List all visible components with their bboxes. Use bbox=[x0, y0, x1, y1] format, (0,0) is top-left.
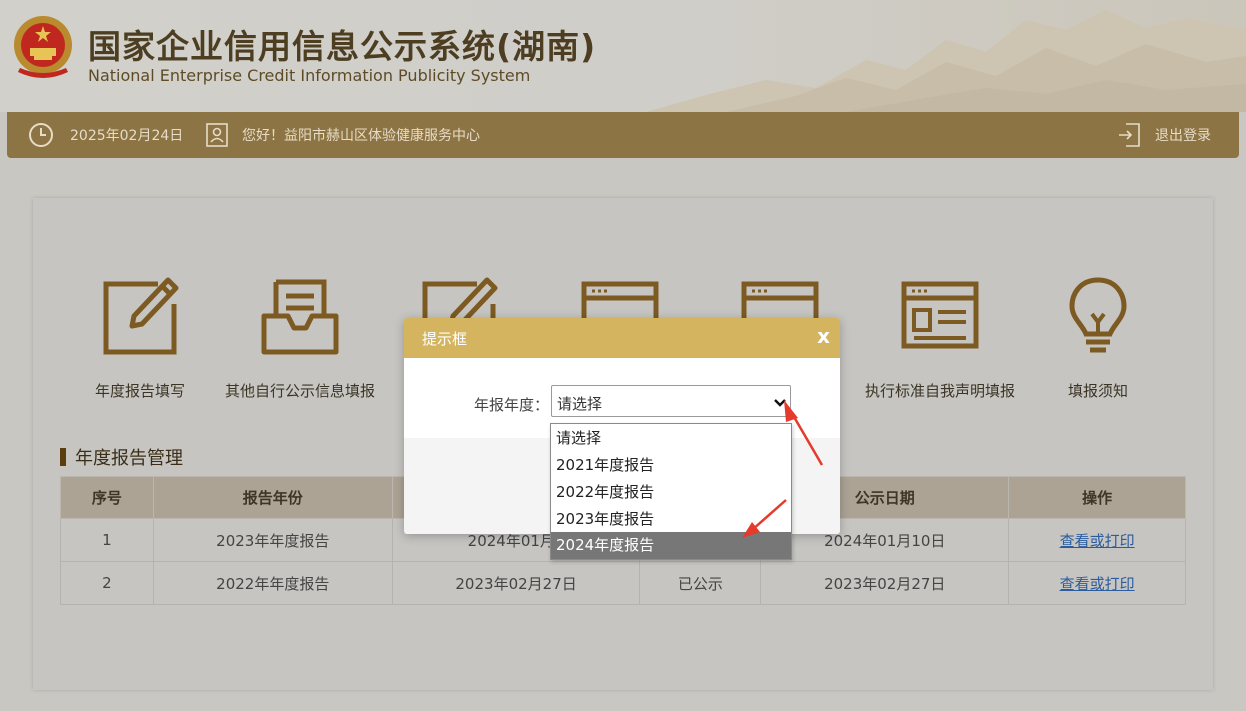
arrow-icon bbox=[784, 400, 824, 466]
arrow-icon bbox=[742, 499, 787, 538]
annotation-arrows bbox=[742, 400, 824, 538]
